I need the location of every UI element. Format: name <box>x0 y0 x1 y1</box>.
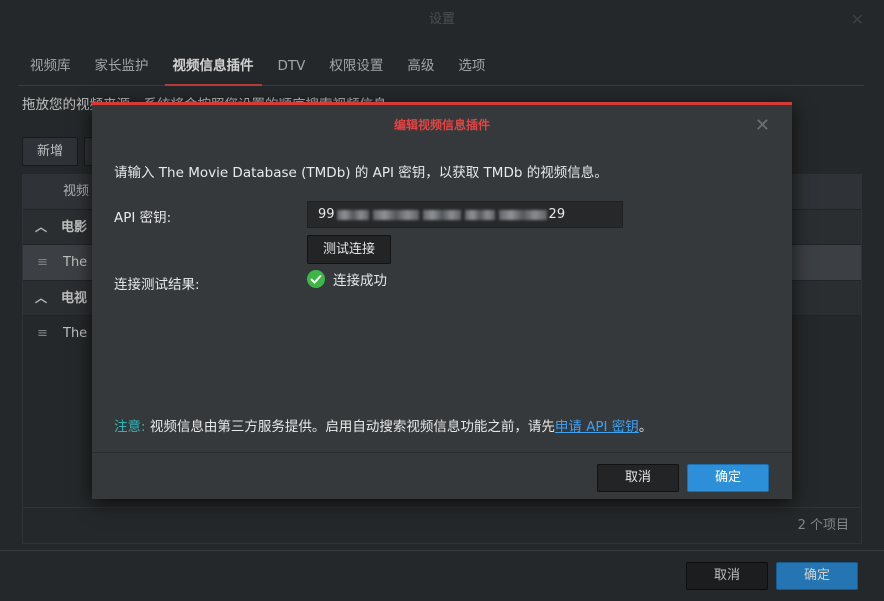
dialog-cancel-button[interactable]: 取消 <box>597 464 679 492</box>
api-key-input[interactable]: 99 29 <box>307 201 623 228</box>
api-key-prefix: 99 <box>318 207 335 222</box>
dialog-intro: 请输入 The Movie Database (TMDb) 的 API 密钥，以… <box>114 165 608 181</box>
api-key-label: API 密钥: <box>114 210 172 226</box>
dialog-footer: 取消 确定 <box>92 452 792 502</box>
test-connection-button[interactable]: 测试连接 <box>307 235 391 264</box>
close-icon[interactable]: ✕ <box>755 115 770 136</box>
note-text: 视频信息由第三方服务提供。启用自动搜索视频信息功能之前，请先 <box>145 419 555 435</box>
test-result-value: 连接成功 <box>333 273 387 289</box>
dialog-title: 编辑视频信息插件 <box>393 118 490 132</box>
edit-plugin-dialog: 编辑视频信息插件 ✕ 请输入 The Movie Database (TMDb)… <box>92 102 792 499</box>
redacted-blur <box>464 209 495 220</box>
test-result-label: 连接测试结果: <box>114 277 200 293</box>
dialog-ok-button[interactable]: 确定 <box>687 464 769 492</box>
third-party-note: 注意: 视频信息由第三方服务提供。启用自动搜索视频信息功能之前，请先申请 API… <box>114 415 652 435</box>
redacted-blur <box>498 209 547 220</box>
redacted-blur <box>336 209 369 220</box>
note-end: 。 <box>638 419 653 435</box>
redacted-blur <box>422 209 461 220</box>
redacted-blur <box>372 209 419 220</box>
note-label: 注意: <box>114 419 146 435</box>
apply-api-key-link[interactable]: 申请 API 密钥 <box>555 419 639 435</box>
api-key-suffix: 29 <box>548 207 566 222</box>
test-result: 连接成功 <box>307 270 387 291</box>
check-circle-icon <box>307 270 325 288</box>
